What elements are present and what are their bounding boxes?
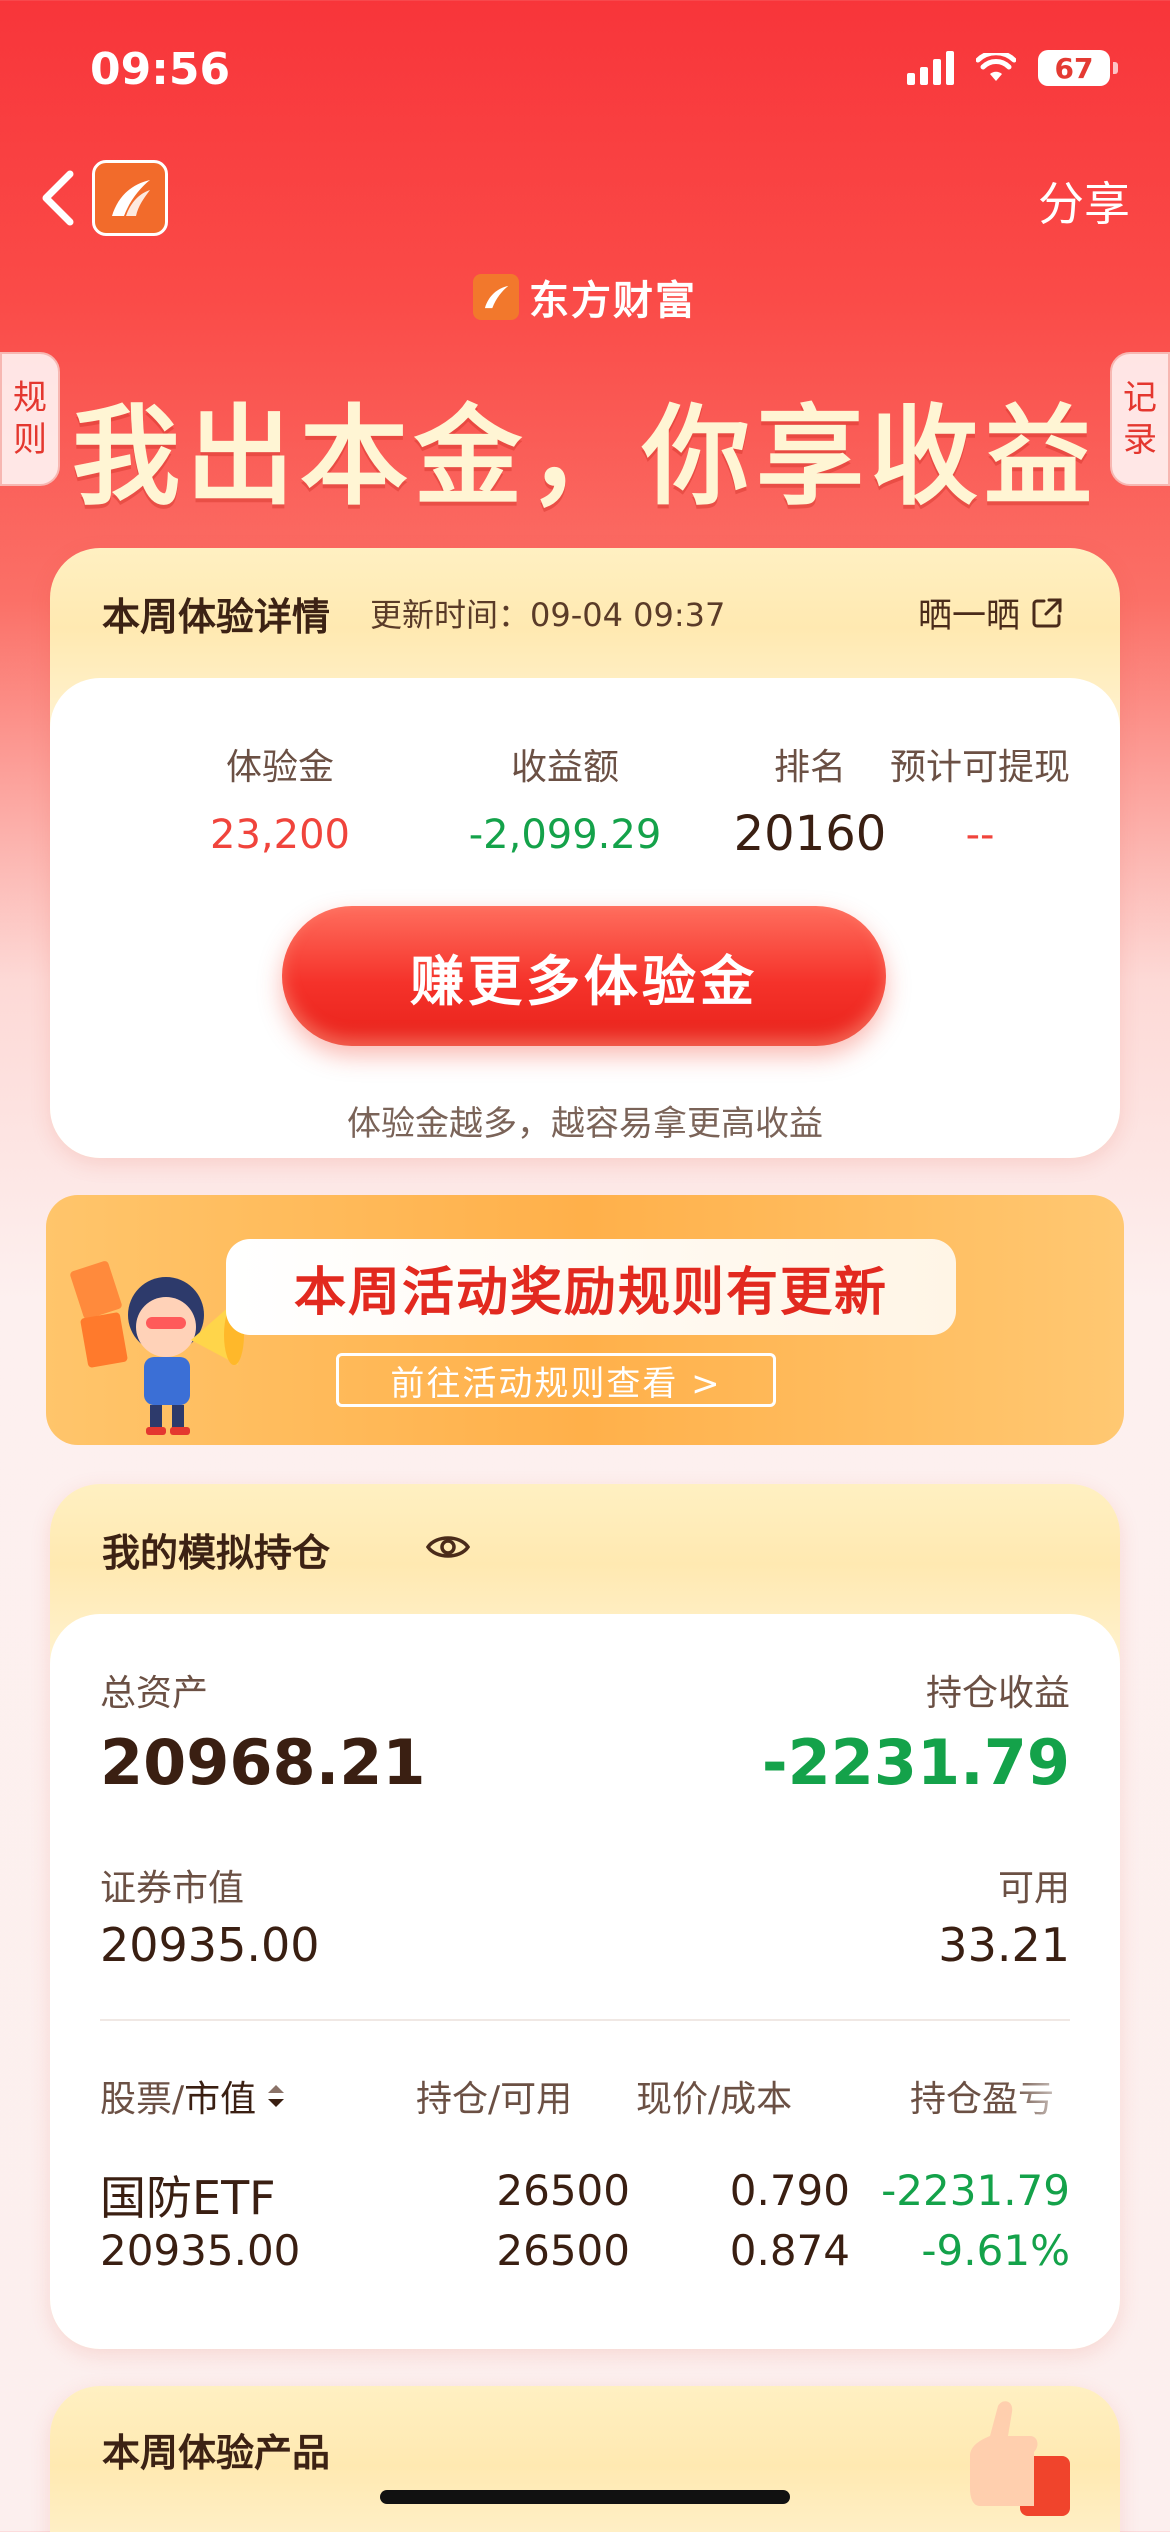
stock-pnl-pct: -9.61% (921, 2226, 1070, 2275)
stock-market-value: 20935.00 (100, 2226, 301, 2275)
weekly-details-title: 本周体验详情 (97, 586, 337, 647)
divider (100, 2019, 1070, 2021)
external-link-icon (1032, 598, 1062, 627)
positions-card: 我的模拟持仓 总资产 20968.21 持仓收益 -2231.79 证券市值 2… (50, 1484, 1120, 2349)
market-value-value: 20935.00 (100, 1918, 320, 1972)
column-stock-sort[interactable]: 股票/ 市值 (100, 2070, 290, 2122)
stat-label: 收益额 (510, 747, 619, 788)
flag-icon (112, 180, 150, 216)
available-label: 可用 (997, 1868, 1070, 1909)
app-logo-icon[interactable] (92, 160, 168, 236)
market-value-label: 证券市值 (100, 1868, 245, 1909)
headline: 我出本金，你享收益 (71, 395, 1098, 520)
products-title: 本周体验产品 (97, 2422, 337, 2483)
stat-value: 23,200 (210, 812, 350, 858)
thumbs-up-icon (970, 2401, 1070, 2516)
column-stock-label: 股票/ (100, 2079, 185, 2120)
weekly-details-body: 体验金 23,200 收益额 -2,099.29 排名 20160 预计可提现 … (50, 678, 1120, 1158)
status-time: 09:56 (90, 44, 231, 95)
total-assets-label: 总资产 (100, 1673, 209, 1714)
stat-experience-fund: 体验金 23,200 (150, 738, 410, 858)
column-pnl: 持仓盈亏 (910, 2079, 1055, 2120)
back-button[interactable] (36, 168, 80, 228)
brand-name: 东方财富 (529, 278, 697, 324)
status-icons: 67 (907, 50, 1118, 86)
sort-icon (268, 2085, 285, 2107)
update-time: 更新时间：09-04 09:37 (370, 596, 726, 634)
total-assets-value: 20968.21 (100, 1726, 426, 1799)
holding-profit-label: 持仓收益 (925, 1673, 1070, 1714)
share-button[interactable]: 分享 (1038, 168, 1130, 234)
products-card: 本周体验产品 (50, 2386, 1120, 2532)
rules-update-banner[interactable]: 本周活动奖励规则有更新 前往活动规则查看 > (46, 1195, 1124, 1445)
stock-price: 0.790 (729, 2166, 850, 2215)
battery-icon: 67 (1038, 50, 1118, 86)
earn-more-button[interactable]: 赚更多体验金 (282, 906, 886, 1046)
stat-profit: 收益额 -2,099.29 (430, 738, 700, 858)
stock-hold: 26500 (496, 2166, 630, 2215)
show-off-label: 晒一晒 (918, 596, 1020, 636)
wifi-icon (976, 53, 1016, 81)
column-hold: 持仓/可用 (416, 2079, 573, 2120)
stat-value: -2,099.29 (468, 812, 662, 858)
available-value: 33.21 (938, 1918, 1070, 1972)
stat-label: 预计可提现 (889, 747, 1070, 788)
holding-profit-value: -2231.79 (761, 1726, 1070, 1799)
positions-title: 我的模拟持仓 (97, 1522, 337, 1583)
brand-logo-icon (473, 274, 519, 320)
stat-label: 体验金 (225, 747, 334, 788)
stock-available: 26500 (496, 2226, 630, 2275)
stock-name: 国防ETF (100, 2171, 276, 2225)
stock-cost: 0.874 (729, 2226, 850, 2275)
stat-withdrawable: 预计可提现 -- (860, 738, 1100, 858)
positions-body: 总资产 20968.21 持仓收益 -2231.79 证券市值 20935.00… (50, 1614, 1120, 2349)
weekly-details-card: 本周体验详情 更新时间：09-04 09:37 晒一晒 体验金 23,200 收… (50, 548, 1120, 1158)
signal-icon (907, 51, 954, 85)
brand-header: 东方财富 (0, 268, 1170, 326)
column-market-value-label: 市值 (184, 2079, 257, 2120)
stock-pnl: -2231.79 (881, 2166, 1070, 2215)
eye-icon[interactable] (426, 1532, 470, 1562)
banner-title: 本周活动奖励规则有更新 (226, 1239, 956, 1335)
view-rules-link[interactable]: 前往活动规则查看 > (336, 1353, 776, 1407)
earn-hint: 体验金越多，越容易拿更高收益 (347, 1104, 823, 1144)
stat-value: -- (965, 812, 995, 858)
home-indicator (380, 2490, 790, 2504)
column-price: 现价/成本 (636, 2079, 793, 2120)
show-off-button[interactable]: 晒一晒 (918, 588, 1064, 637)
